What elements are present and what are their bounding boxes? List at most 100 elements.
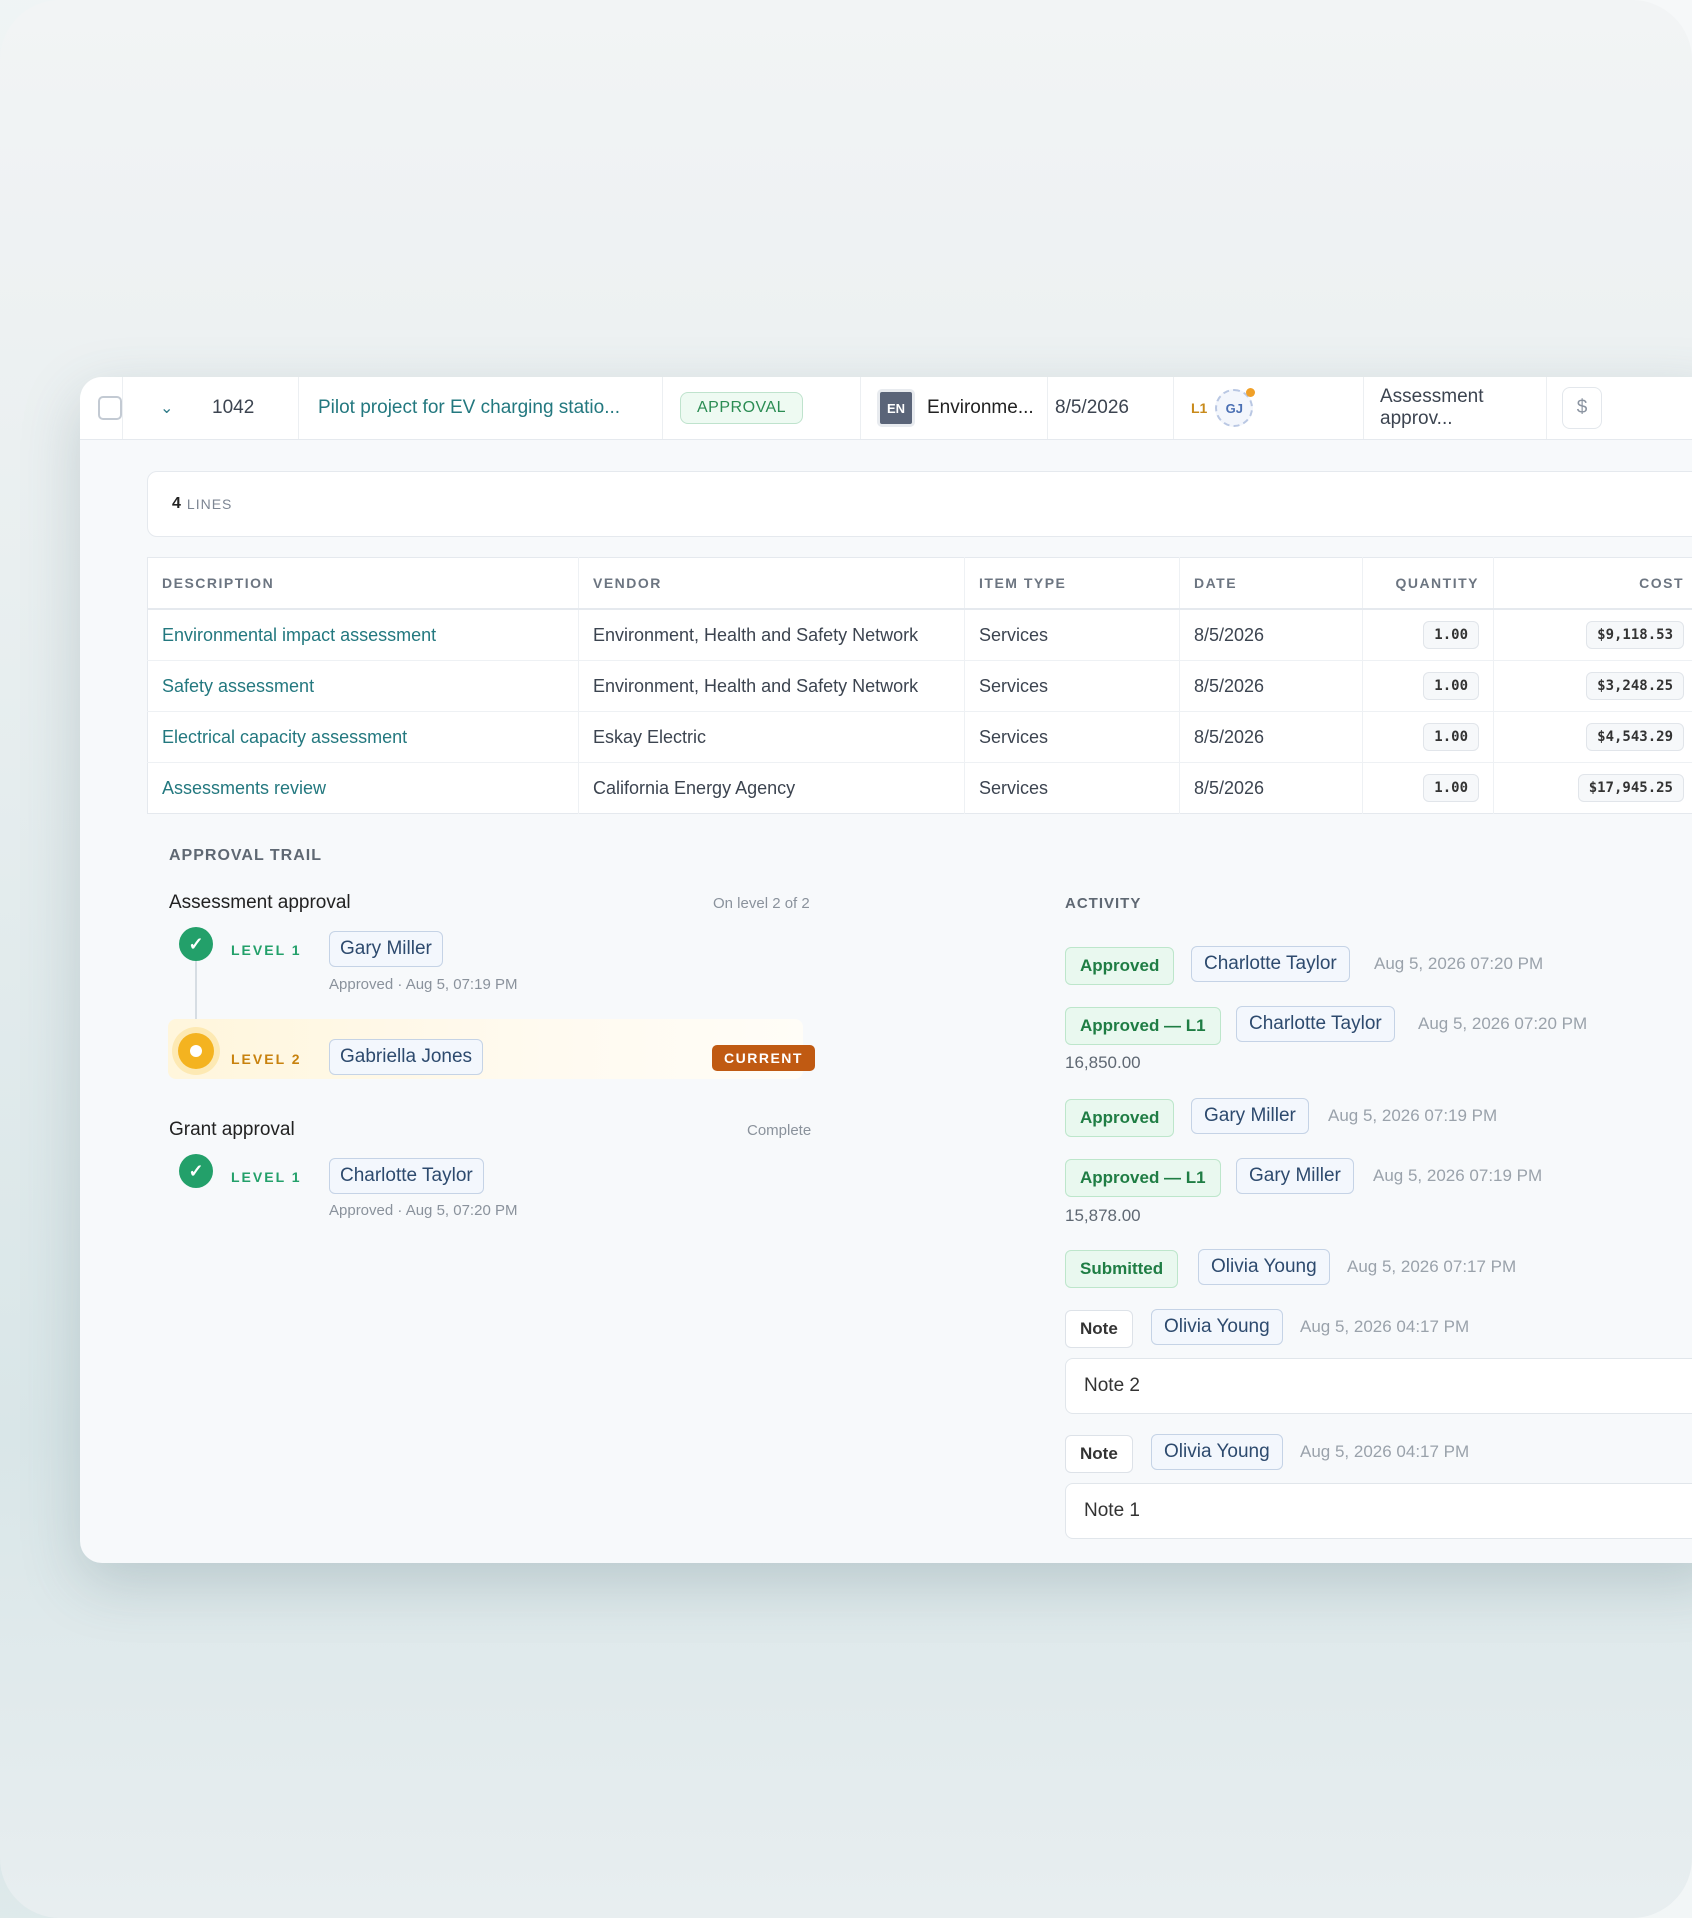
step-level-label: LEVEL 2: [231, 1051, 302, 1067]
line-description-link[interactable]: Environmental impact assessment: [162, 625, 436, 645]
vendor-avatar: EN: [877, 389, 915, 427]
vendor-cell: EN Environme...: [877, 377, 1048, 439]
line-cost: $9,118.53: [1586, 621, 1684, 649]
activity-time: Aug 5, 2026 04:17 PM: [1300, 1442, 1470, 1461]
approver-cell: L1 GJ: [1191, 377, 1364, 439]
line-description-link[interactable]: Safety assessment: [162, 676, 314, 696]
activity-time: Aug 5, 2026 07:17 PM: [1347, 1257, 1517, 1276]
line-vendor: Environment, Health and Safety Network: [578, 660, 965, 712]
request-summary-row[interactable]: ⌄ 1042 Pilot project for EV charging sta…: [80, 377, 1692, 440]
line-item-type: Services: [964, 609, 1180, 661]
line-vendor: California Energy Agency: [578, 762, 965, 814]
approver-chip[interactable]: Gary Miller: [329, 931, 443, 967]
activity-person-chip[interactable]: Olivia Young: [1198, 1249, 1330, 1285]
request-id: 1042: [212, 397, 255, 418]
activity-time: Aug 5, 2026 07:19 PM: [1328, 1106, 1498, 1125]
column-header-quantity[interactable]: QUANTITY: [1362, 557, 1494, 610]
step-level-label: LEVEL 1: [231, 1169, 302, 1185]
activity-time: Aug 5, 2026 07:19 PM: [1373, 1166, 1543, 1185]
activity-title: ACTIVITY: [1065, 895, 1142, 912]
status-cell: APPROVAL: [680, 377, 861, 439]
line-quantity: 1.00: [1423, 672, 1479, 700]
chevron-down-icon: ⌄: [160, 400, 174, 417]
activity-action-badge: Approved: [1065, 1099, 1175, 1137]
line-cost: $4,543.29: [1586, 723, 1684, 751]
expand-toggle[interactable]: ⌄: [160, 377, 173, 439]
workflow-name: Assessment approv...: [1380, 386, 1484, 429]
step-level-label: LEVEL 1: [231, 942, 302, 958]
line-quantity: 1.00: [1423, 621, 1479, 649]
approver-initials: GJ: [1225, 400, 1244, 416]
activity-amount: 16,850.00: [1065, 1053, 1141, 1072]
activity-person-chip[interactable]: Olivia Young: [1151, 1434, 1283, 1470]
line-date: 8/5/2026: [1179, 762, 1363, 814]
request-title-cell: Pilot project for EV charging statio...: [318, 377, 663, 439]
step-status-text: Approved · Aug 5, 07:20 PM: [329, 1202, 518, 1219]
activity-person-chip[interactable]: Olivia Young: [1151, 1309, 1283, 1345]
line-date: 8/5/2026: [1179, 660, 1363, 712]
step-connector: [195, 959, 197, 1025]
line-item-type: Services: [964, 762, 1180, 814]
line-quantity: 1.00: [1423, 723, 1479, 751]
table-header-row: DESCRIPTION VENDOR ITEM TYPE DATE QUANTI…: [147, 557, 1692, 610]
line-vendor: Eskay Electric: [578, 711, 965, 763]
dollar-icon[interactable]: $: [1562, 387, 1602, 429]
table-row[interactable]: Safety assessment Environment, Health an…: [147, 660, 1692, 712]
column-header-date[interactable]: DATE: [1179, 557, 1363, 610]
activity-time: Aug 5, 2026 07:20 PM: [1418, 1014, 1588, 1033]
line-items-table: DESCRIPTION VENDOR ITEM TYPE DATE QUANTI…: [147, 557, 1692, 814]
group-title-assessment: Assessment approval: [169, 892, 351, 913]
row-checkbox[interactable]: [98, 396, 122, 420]
activity-person-chip[interactable]: Charlotte Taylor: [1191, 946, 1350, 982]
activity-note: Note 1: [1065, 1483, 1692, 1539]
column-header-vendor[interactable]: VENDOR: [578, 557, 965, 610]
activity-person-chip[interactable]: Gary Miller: [1236, 1158, 1354, 1194]
workflow-cell: Assessment approv...: [1380, 377, 1547, 439]
group-meta-assessment: On level 2 of 2: [713, 895, 810, 912]
request-date: 8/5/2026: [1055, 397, 1129, 418]
approver-avatar[interactable]: GJ: [1215, 388, 1256, 427]
activity-action-badge: Note: [1065, 1435, 1133, 1473]
vendor-name: Environme...: [927, 397, 1034, 418]
column-header-cost[interactable]: COST: [1493, 557, 1692, 610]
request-id-cell: 1042: [212, 377, 299, 439]
approver-chip[interactable]: Gabriella Jones: [329, 1039, 484, 1075]
check-icon: ✓: [179, 927, 213, 961]
line-item-type: Services: [964, 711, 1180, 763]
column-header-description[interactable]: DESCRIPTION: [147, 557, 579, 610]
lines-summary: 4 LINES: [147, 471, 1692, 537]
pending-dot-icon: [1246, 388, 1256, 397]
line-date: 8/5/2026: [1179, 711, 1363, 763]
date-cell: 8/5/2026: [1055, 377, 1174, 439]
lines-label: LINES: [186, 496, 233, 512]
approval-trail-title: APPROVAL TRAIL: [169, 847, 322, 864]
line-description-link[interactable]: Electrical capacity assessment: [162, 727, 407, 747]
level-indicator: L1: [1191, 400, 1208, 416]
line-vendor: Environment, Health and Safety Network: [578, 609, 965, 661]
step-status-text: Approved · Aug 5, 07:19 PM: [329, 976, 518, 993]
approver-chip[interactable]: Charlotte Taylor: [329, 1158, 484, 1194]
currency-cell: $: [1562, 377, 1602, 439]
activity-action-badge: Approved: [1065, 947, 1175, 985]
table-row[interactable]: Environmental impact assessment Environm…: [147, 609, 1692, 661]
activity-person-chip[interactable]: Charlotte Taylor: [1236, 1006, 1395, 1042]
current-step-icon: [178, 1033, 214, 1069]
check-icon: ✓: [179, 1154, 213, 1188]
activity-time: Aug 5, 2026 04:17 PM: [1300, 1317, 1470, 1336]
group-meta-grant: Complete: [747, 1122, 812, 1139]
table-row[interactable]: Assessments review California Energy Age…: [147, 762, 1692, 814]
activity-action-badge: Approved — L1: [1065, 1007, 1221, 1045]
activity-action-badge: Submitted: [1065, 1250, 1179, 1288]
activity-time: Aug 5, 2026 07:20 PM: [1374, 954, 1544, 973]
activity-person-chip[interactable]: Gary Miller: [1191, 1098, 1309, 1134]
line-description-link[interactable]: Assessments review: [162, 778, 326, 798]
line-date: 8/5/2026: [1179, 609, 1363, 661]
line-item-type: Services: [964, 660, 1180, 712]
request-title-link[interactable]: Pilot project for EV charging statio...: [318, 397, 620, 419]
table-row[interactable]: Electrical capacity assessment Eskay Ele…: [147, 711, 1692, 763]
column-header-item-type[interactable]: ITEM TYPE: [964, 557, 1180, 610]
group-title-grant: Grant approval: [169, 1119, 295, 1140]
lines-count: 4: [172, 495, 181, 512]
line-cost: $17,945.25: [1577, 774, 1684, 802]
activity-action-badge: Note: [1065, 1310, 1133, 1348]
